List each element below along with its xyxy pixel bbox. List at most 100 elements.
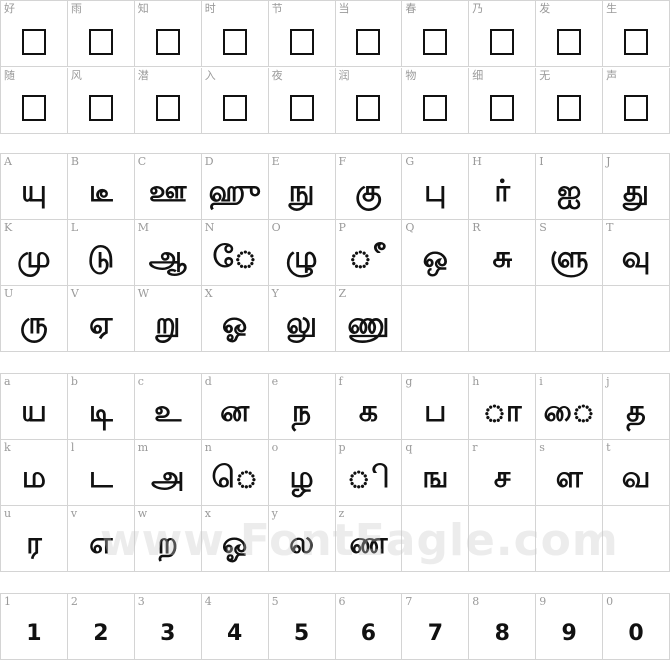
glyph-cell: 细	[469, 67, 537, 134]
glyph-cell: b டி	[67, 374, 135, 440]
glyph-cell: A யு	[1, 154, 68, 220]
glyph-cell: Cஊ	[134, 154, 202, 220]
glyph-cell: jத	[603, 374, 670, 440]
glyph-sample: சு	[492, 240, 513, 275]
glyph-sample: 4	[226, 621, 243, 646]
glyph-cell-label: 节	[271, 2, 283, 15]
glyph-cell-label: f	[338, 375, 343, 388]
glyph-sample	[402, 300, 468, 351]
glyph-cell-label: 2	[70, 595, 78, 608]
glyph-cell-label: 3	[137, 595, 145, 608]
glyph-sample: ப	[424, 394, 447, 429]
glyph-cell: 生	[603, 1, 670, 67]
missing-glyph-box	[135, 15, 201, 66]
glyph-cell-label: y	[271, 507, 278, 520]
glyph-cell-label: Z	[338, 287, 347, 300]
glyph-cell: 时	[201, 1, 269, 67]
glyph-cell: uர	[1, 506, 68, 572]
glyph-sample: ற	[157, 526, 178, 561]
glyph-cell: 11	[1, 594, 68, 660]
glyph-cell: tவ	[603, 440, 670, 506]
glyph-cell: H ர்	[469, 154, 537, 220]
glyph-cell: 物	[402, 67, 470, 134]
glyph-cell-label: A	[4, 155, 12, 168]
missing-glyph-box-icon	[21, 28, 46, 55]
glyph-sample: ணு	[347, 306, 390, 341]
glyph-sample: 6	[360, 621, 377, 646]
missing-glyph-box-icon	[490, 28, 515, 55]
glyph-cell	[603, 286, 670, 352]
glyph-sample: ஓ	[222, 306, 248, 341]
glyph-cell-label: M	[137, 221, 150, 234]
glyph-cell: D ஹு	[201, 154, 269, 220]
glyph-cell: O ழு	[268, 220, 336, 286]
glyph-sample: க	[358, 394, 379, 429]
glyph-cell-label: g	[405, 375, 413, 388]
glyph-sample: ங	[422, 460, 449, 495]
glyph-cell-label: e	[271, 375, 279, 388]
glyph-cell-label: 风	[70, 68, 82, 82]
glyph-sample: ஒ	[422, 240, 448, 275]
glyph-cell-label: H	[472, 155, 482, 168]
glyph-cell-label: i	[539, 375, 543, 388]
glyph-cell-label: 0	[606, 595, 614, 608]
glyph-sample: று	[155, 306, 181, 341]
glyph-cell: 乃	[469, 1, 537, 67]
glyph-cell-label: x	[204, 507, 211, 520]
glyph-cell: Nே	[201, 220, 269, 286]
glyph-sample: ழ	[289, 460, 314, 495]
missing-glyph-box	[1, 15, 67, 66]
missing-glyph-box-icon	[557, 28, 582, 55]
glyph-cell: 33	[134, 594, 202, 660]
missing-glyph-box-icon	[155, 28, 180, 55]
missing-glyph-box	[202, 82, 268, 133]
missing-glyph-box	[402, 15, 468, 66]
glyph-cell-label: I	[539, 155, 544, 168]
missing-glyph-box	[68, 15, 134, 66]
missing-glyph-box-icon	[624, 95, 649, 121]
glyph-sample: 2	[93, 621, 109, 646]
glyph-sample: மு	[17, 240, 51, 275]
glyph-cell: lட	[67, 440, 135, 506]
missing-glyph-box	[135, 82, 201, 133]
glyph-sample: அ	[151, 460, 185, 495]
missing-glyph-box	[536, 82, 602, 133]
glyph-sample: ரு	[20, 306, 48, 341]
glyph-cell	[402, 286, 470, 352]
glyph-sample: 9	[561, 621, 577, 646]
glyph-cell	[469, 506, 537, 572]
glyph-sample: ீ	[348, 240, 388, 275]
glyph-cell-label: 随	[4, 68, 15, 82]
glyph-cell-label: p	[338, 441, 346, 454]
glyph-cell-label: 乃	[472, 2, 484, 15]
glyph-cell: Qஒ	[402, 220, 470, 286]
glyph-sample: 0	[628, 621, 644, 646]
missing-glyph-box-icon	[222, 28, 247, 55]
glyph-sample: த	[626, 394, 646, 429]
glyph-cell: 66	[335, 594, 403, 660]
glyph-cell-label: z	[338, 507, 345, 520]
glyph-cell-label: r	[472, 441, 478, 454]
glyph-cell: Y லு	[268, 286, 336, 352]
glyph-sample: ஓ	[222, 526, 248, 561]
missing-glyph-box-icon	[423, 95, 448, 121]
glyph-cell: eந	[268, 374, 336, 440]
glyph-cell	[469, 286, 537, 352]
glyph-cell-label: o	[271, 441, 279, 454]
missing-glyph-box-icon	[356, 95, 381, 121]
glyph-cell-label: 发	[539, 2, 551, 15]
missing-glyph-box	[603, 82, 669, 133]
glyph-sample: ெ	[211, 460, 258, 495]
glyph-sample: ஏ	[89, 306, 113, 341]
glyph-cell: nெ	[201, 440, 269, 506]
glyph-cell: 雨	[67, 1, 135, 67]
glyph-cell-label: Y	[271, 287, 279, 300]
glyph-sample: டு	[87, 240, 115, 275]
glyph-sample: ர்	[494, 174, 511, 209]
glyph-cell-label: 1	[4, 595, 11, 608]
glyph-cell-label: k	[4, 441, 11, 454]
glyph-cell-label: s	[539, 441, 545, 454]
glyph-cell-label: W	[137, 287, 150, 300]
glyph-cell: xஓ	[201, 506, 269, 572]
glyph-sample: ளு	[549, 240, 589, 275]
